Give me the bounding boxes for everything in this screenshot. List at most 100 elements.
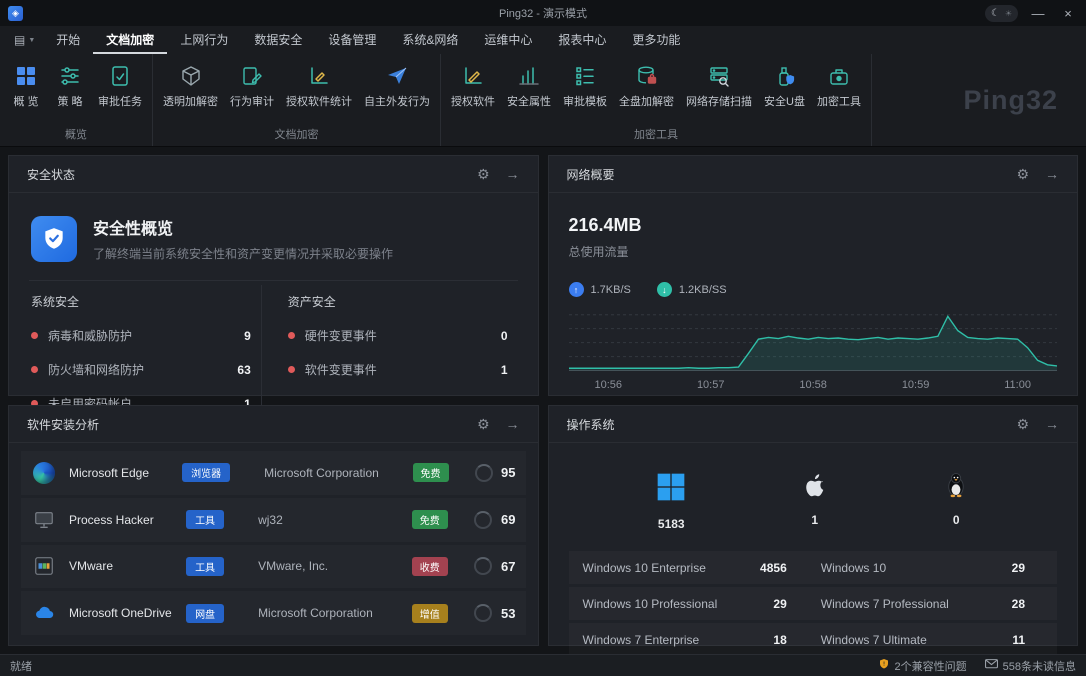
price-badge: 收费	[412, 557, 448, 576]
system-security-column: 系统安全 病毒和威胁防护 9 防火墙和网络防护 63	[29, 285, 261, 412]
secure-usb-button[interactable]: 安全U盘	[758, 58, 811, 114]
asset-security-column: 资产安全 硬件变更事件 0 软件变更事件 1	[261, 285, 518, 412]
tab-more-features[interactable]: 更多功能	[619, 26, 693, 54]
app-window: ◈ Ping32 - 演示模式 ☾ ☀ — × ▤▼ 开始 文档加密 上网行为 …	[0, 0, 1086, 676]
authorized-software-stats-button[interactable]: 授权软件统计	[280, 58, 358, 114]
security-metric-row[interactable]: 软件变更事件 1	[288, 361, 508, 378]
authorized-software-button[interactable]: 授权软件	[445, 58, 501, 114]
download-arrow-icon: ↓	[657, 282, 672, 297]
ribbon-group-document-encryption: 透明加解密 行为审计 授权软件统计	[153, 54, 441, 146]
gear-icon[interactable]: ⚙	[477, 167, 490, 181]
network-storage-scan-button[interactable]: 网络存储扫描	[680, 58, 758, 114]
disk-lock-icon	[634, 63, 660, 89]
platform-linux[interactable]: 0	[942, 471, 970, 531]
panel-network-summary: 网络概要 ⚙ → 216.4MB 总使用流量 ↑ 1.7KB/S	[548, 155, 1079, 396]
unread-messages-status[interactable]: 558条未读信息	[985, 658, 1076, 674]
status-dot-icon	[31, 366, 38, 373]
main-content: 安全状态 ⚙ → 安全性概览 了解终端当前系统安全性和资产变更情况并采取必要操作	[0, 147, 1086, 654]
encryption-tools-button[interactable]: 加密工具	[811, 58, 867, 114]
arrow-right-icon[interactable]: →	[1045, 167, 1059, 181]
arrow-right-icon[interactable]: →	[506, 167, 520, 181]
software-row[interactable]: Microsoft Edge 浏览器 Microsoft Corporation…	[21, 451, 526, 495]
arrow-right-icon[interactable]: →	[506, 417, 520, 431]
moon-icon[interactable]: ☾	[991, 8, 1000, 19]
approval-tasks-button[interactable]: 审批任务	[92, 58, 148, 114]
panel-security-status: 安全状态 ⚙ → 安全性概览 了解终端当前系统安全性和资产变更情况并采取必要操作	[8, 155, 539, 396]
category-badge: 浏览器	[182, 463, 230, 482]
score-gauge-icon	[475, 464, 493, 482]
sun-icon[interactable]: ☀	[1005, 9, 1012, 18]
status-ready-text: 就绪	[10, 658, 32, 674]
tab-system-network[interactable]: 系统&网络	[389, 26, 471, 54]
usb-shield-icon	[771, 63, 797, 89]
tab-data-security[interactable]: 数据安全	[241, 26, 315, 54]
tab-ops-center[interactable]: 运维中心	[471, 26, 545, 54]
approval-template-button[interactable]: 审批模板	[557, 58, 613, 114]
gear-icon[interactable]: ⚙	[1016, 417, 1029, 431]
compatibility-issues-status[interactable]: ! 2个兼容性问题	[878, 658, 967, 674]
svg-text:!: !	[883, 662, 885, 668]
document-check-icon	[107, 63, 133, 89]
status-dot-icon	[31, 332, 38, 339]
bar-chart-icon	[516, 63, 542, 89]
ribbon-group-encryption-tools: 授权软件 安全属性 审批模板	[441, 54, 872, 146]
sliders-icon	[57, 63, 83, 89]
cube-icon	[178, 63, 204, 89]
panel-title: 软件安装分析	[27, 416, 99, 433]
paper-plane-icon	[384, 63, 410, 89]
status-dot-icon	[288, 366, 295, 373]
software-row[interactable]: Microsoft OneDrive 网盘 Microsoft Corporat…	[21, 591, 526, 635]
tab-web-behavior[interactable]: 上网行为	[167, 26, 241, 54]
network-traffic-chart	[569, 311, 1058, 373]
platform-windows[interactable]: 5183	[655, 471, 687, 531]
self-send-behavior-button[interactable]: 自主外发行为	[358, 58, 436, 114]
price-badge: 免费	[412, 510, 448, 529]
close-button[interactable]: ×	[1058, 7, 1078, 20]
toolbox-lock-icon	[826, 63, 852, 89]
total-traffic-value: 216.4MB	[569, 203, 1058, 236]
title-bar: ◈ Ping32 - 演示模式 ☾ ☀ — ×	[0, 0, 1086, 26]
gear-icon[interactable]: ⚙	[1016, 167, 1029, 181]
gear-icon[interactable]: ⚙	[477, 417, 490, 431]
tab-report-center[interactable]: 报表中心	[545, 26, 619, 54]
software-row[interactable]: Process Hacker 工具 wj32 免费 69	[21, 498, 526, 542]
tab-device-management[interactable]: 设备管理	[315, 26, 389, 54]
warning-shield-icon: !	[878, 658, 890, 673]
software-row[interactable]: VMware 工具 VMware, Inc. 收费 67	[21, 545, 526, 589]
tab-document-encryption[interactable]: 文档加密	[93, 26, 167, 54]
dashboard-grid-icon	[13, 63, 39, 89]
security-metric-row[interactable]: 病毒和威胁防护 9	[31, 327, 251, 344]
table-row[interactable]: Windows 10 Enterprise 4856 Windows 10 29	[569, 551, 1058, 584]
overview-button[interactable]: 概 览	[4, 58, 48, 114]
panel-title: 网络概要	[567, 166, 615, 183]
server-search-icon	[706, 63, 732, 89]
platform-apple[interactable]: 1	[801, 471, 829, 531]
column-header: 资产安全	[288, 293, 508, 310]
transparent-encryption-button[interactable]: 透明加解密	[157, 58, 224, 114]
arrow-right-icon[interactable]: →	[1045, 417, 1059, 431]
price-badge: 增值	[412, 604, 448, 623]
menu-button[interactable]: ▤▼	[6, 26, 43, 54]
table-row[interactable]: Windows 10 Professional 29 Windows 7 Pro…	[569, 587, 1058, 620]
ribbon-toolbar: 概 览 策 略 审批任务 概览	[0, 54, 1086, 147]
chevron-down-icon: ▼	[28, 37, 35, 44]
policy-button[interactable]: 策 略	[48, 58, 92, 114]
security-metric-row[interactable]: 防火墙和网络防护 63	[31, 361, 251, 378]
process-hacker-app-icon	[31, 507, 57, 533]
full-disk-encryption-button[interactable]: 全盘加解密	[613, 58, 680, 114]
list-template-icon	[572, 63, 598, 89]
clipboard-pencil-icon	[239, 63, 265, 89]
security-attributes-button[interactable]: 安全属性	[501, 58, 557, 114]
upload-rate: ↑ 1.7KB/S	[569, 282, 631, 297]
column-header: 系统安全	[31, 293, 251, 310]
brand-area: Ping32	[963, 54, 1086, 146]
theme-toggle[interactable]: ☾ ☀	[985, 5, 1018, 22]
minimize-button[interactable]: —	[1028, 7, 1048, 20]
ribbon-group-label: 加密工具	[445, 123, 867, 146]
tab-start[interactable]: 开始	[43, 26, 93, 54]
score-gauge-icon	[474, 511, 492, 529]
behavior-audit-button[interactable]: 行为审计	[224, 58, 280, 114]
table-row[interactable]: Windows 7 Enterprise 18 Windows 7 Ultima…	[569, 623, 1058, 656]
security-metric-row[interactable]: 硬件变更事件 0	[288, 327, 508, 344]
message-icon	[985, 659, 998, 673]
